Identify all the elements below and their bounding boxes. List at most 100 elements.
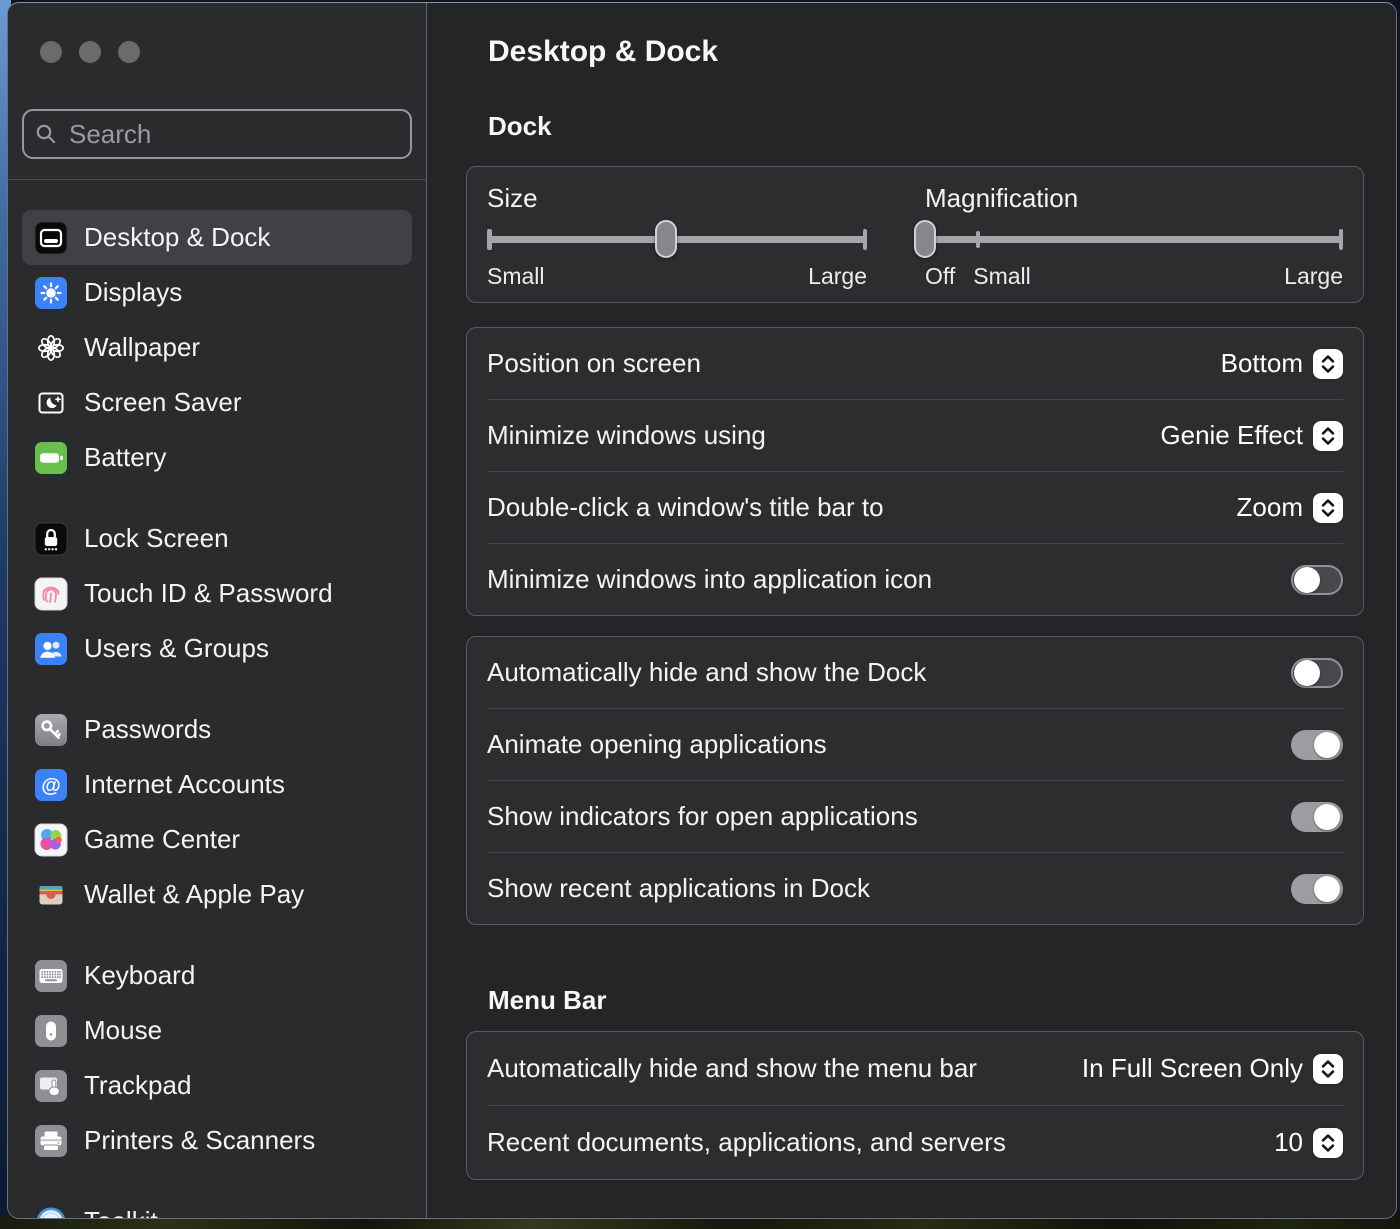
setting-row-position-on-screen: Position on screen Bottom (467, 328, 1363, 399)
wallpaper-icon (34, 331, 68, 365)
page-title: Desktop & Dock (488, 37, 1364, 67)
sidebar-item-printers-scanners[interactable]: Printers & Scanners (22, 1113, 412, 1168)
screen-saver-icon (34, 386, 68, 420)
magnification-slider[interactable] (925, 217, 1343, 261)
sidebar-item-label: Passwords (84, 714, 211, 745)
search-icon (34, 122, 58, 146)
sidebar-item-passwords[interactable]: Passwords (22, 702, 412, 757)
auto-hide-dock-toggle[interactable] (1291, 658, 1343, 688)
sidebar-item-game-center[interactable]: Game Center (22, 812, 412, 867)
sidebar-item-label: Wallpaper (84, 332, 200, 363)
magnification-min-label: Small (973, 263, 1031, 290)
sidebar-item-users-groups[interactable]: Users & Groups (22, 621, 412, 676)
magnification-slider-thumb[interactable] (914, 220, 936, 258)
menu-bar-card: Automatically hide and show the menu bar… (466, 1031, 1364, 1180)
stepper-icon[interactable] (1313, 349, 1343, 379)
trackpad-icon (34, 1069, 68, 1103)
size-max-label: Large (808, 263, 867, 290)
stepper-icon[interactable] (1313, 421, 1343, 451)
sidebar-item-label: Desktop & Dock (84, 222, 270, 253)
sidebar-item-label: Game Center (84, 824, 240, 855)
setting-row-recent-documents: Recent documents, applications, and serv… (467, 1106, 1363, 1179)
auto-hide-menu-bar-dropdown[interactable]: In Full Screen Only (1082, 1053, 1343, 1084)
setting-row-animate-opening: Animate opening applications (467, 709, 1363, 780)
sidebar-item-trackpad[interactable]: Trackpad (22, 1058, 412, 1113)
minimize-button[interactable] (79, 41, 101, 63)
setting-row-double-click-titlebar: Double-click a window's title bar to Zoo… (467, 472, 1363, 543)
sidebar: Desktop & Dock (8, 3, 426, 1218)
sidebar-item-battery[interactable]: Battery (22, 430, 412, 485)
stepper-icon[interactable] (1313, 1128, 1343, 1158)
setting-row-minimize-into-app-icon: Minimize windows into application icon (467, 544, 1363, 615)
desktop-wallpaper: Desktop & Dock (0, 0, 1400, 1229)
svg-text:@: @ (41, 775, 61, 797)
size-slider-thumb[interactable] (655, 220, 677, 258)
close-button[interactable] (40, 41, 62, 63)
setting-row-show-recent-apps: Show recent applications in Dock (467, 853, 1363, 924)
sidebar-item-desktop-dock[interactable]: Desktop & Dock (22, 210, 412, 265)
search-input[interactable] (67, 118, 400, 151)
keyboard-icon (34, 959, 68, 993)
sidebar-nav: Desktop & Dock (22, 210, 412, 1219)
sidebar-item-wallet[interactable]: Wallet & Apple Pay (22, 867, 412, 922)
size-slider-label: Size (487, 183, 867, 217)
game-center-icon (34, 823, 68, 857)
magnification-slider-label: Magnification (925, 183, 1343, 217)
magnification-off-label: Off (925, 263, 955, 290)
sidebar-item-lock-screen[interactable]: Lock Screen (22, 511, 412, 566)
dock-toggles-card: Automatically hide and show the Dock Ani… (466, 636, 1364, 925)
position-on-screen-dropdown[interactable]: Bottom (1221, 348, 1343, 379)
minimize-into-app-icon-toggle[interactable] (1291, 565, 1343, 595)
magnification-small-tick (976, 231, 980, 248)
sidebar-item-label: Battery (84, 442, 166, 473)
toolkit-icon (34, 1205, 68, 1220)
sidebar-item-label: Lock Screen (84, 523, 229, 554)
sidebar-item-wallpaper[interactable]: Wallpaper (22, 320, 412, 375)
sidebar-item-label: Mouse (84, 1015, 162, 1046)
stepper-icon[interactable] (1313, 1054, 1343, 1084)
sidebar-item-displays[interactable]: Displays (22, 265, 412, 320)
search-field[interactable] (22, 109, 412, 159)
stepper-icon[interactable] (1313, 493, 1343, 523)
setting-row-minimize-windows-using: Minimize windows using Genie Effect (467, 400, 1363, 471)
setting-row-auto-hide-dock: Automatically hide and show the Dock (467, 637, 1363, 708)
sidebar-item-mouse[interactable]: Mouse (22, 1003, 412, 1058)
mouse-icon (34, 1014, 68, 1048)
setting-row-show-indicators: Show indicators for open applications (467, 781, 1363, 852)
displays-icon (34, 276, 68, 310)
animate-opening-toggle[interactable] (1291, 730, 1343, 760)
dock-options-card: Position on screen Bottom Minimize windo… (466, 327, 1364, 616)
size-slider[interactable] (487, 217, 867, 261)
sidebar-item-label: Printers & Scanners (84, 1125, 315, 1156)
sidebar-item-keyboard[interactable]: Keyboard (22, 948, 412, 1003)
sidebar-item-internet-accounts[interactable]: @ Internet Accounts (22, 757, 412, 812)
zoom-button[interactable] (118, 41, 140, 63)
sidebar-item-label: Screen Saver (84, 387, 242, 418)
double-click-action-dropdown[interactable]: Zoom (1237, 492, 1343, 523)
minimize-effect-dropdown[interactable]: Genie Effect (1160, 420, 1343, 451)
dock-section-header: Dock (488, 113, 1364, 139)
sidebar-item-label: Displays (84, 277, 182, 308)
show-recent-apps-toggle[interactable] (1291, 874, 1343, 904)
sidebar-item-label: Trackpad (84, 1070, 191, 1101)
sidebar-item-label: Internet Accounts (84, 769, 285, 800)
dock-sliders-card: Size Small Large Magnification (466, 166, 1364, 303)
desktop-dock-icon (34, 221, 68, 255)
sidebar-item-label: Keyboard (84, 960, 195, 991)
window-controls (22, 3, 412, 63)
lock-screen-icon (34, 522, 68, 556)
size-min-label: Small (487, 263, 545, 290)
internet-accounts-icon: @ (34, 768, 68, 802)
passwords-icon (34, 713, 68, 747)
show-indicators-toggle[interactable] (1291, 802, 1343, 832)
users-groups-icon (34, 632, 68, 666)
sidebar-item-label: Users & Groups (84, 633, 269, 664)
system-settings-window: Desktop & Dock (7, 2, 1397, 1219)
sidebar-item-label: Toolkit (84, 1206, 158, 1219)
recent-documents-dropdown[interactable]: 10 (1274, 1127, 1343, 1158)
wallet-icon (34, 878, 68, 912)
sidebar-item-touch-id[interactable]: Touch ID & Password (22, 566, 412, 621)
sidebar-item-toolkit[interactable]: Toolkit (22, 1194, 412, 1219)
sidebar-item-screen-saver[interactable]: Screen Saver (22, 375, 412, 430)
touch-id-icon (34, 577, 68, 611)
